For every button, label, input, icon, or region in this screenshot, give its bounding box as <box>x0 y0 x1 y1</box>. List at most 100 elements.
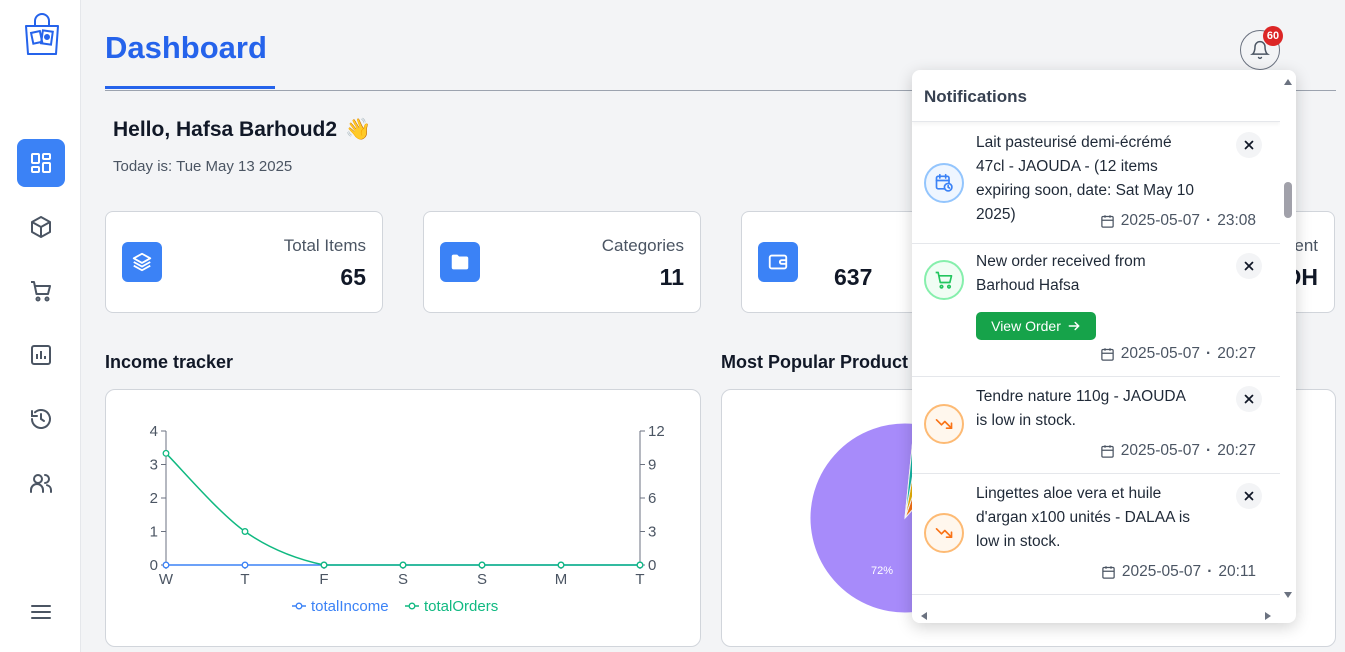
history-icon <box>31 409 51 429</box>
x-tick-label: F <box>319 571 328 588</box>
timestamp-separator: · <box>1206 345 1212 362</box>
trend-down-icon <box>924 404 964 444</box>
close-icon <box>1244 261 1254 271</box>
y-tick-label-right: 12 <box>648 423 665 440</box>
notification-time: 20:27 <box>1217 345 1256 362</box>
notification-date: 2025-05-07 <box>1120 442 1201 459</box>
notification-date: 2025-05-07 <box>1121 563 1202 580</box>
calendar-icon <box>1100 444 1114 458</box>
income-tracker-title: Income tracker <box>105 352 234 372</box>
notification-close-button[interactable] <box>1236 132 1262 158</box>
scrollbar-thumb[interactable] <box>1284 182 1292 218</box>
scroll-right-arrow-icon <box>1265 612 1271 620</box>
notification-time: 20:27 <box>1217 442 1256 459</box>
box-icon <box>31 216 51 238</box>
y-tick-label-right: 6 <box>648 490 656 507</box>
timestamp-separator: · <box>1206 442 1212 459</box>
x-tick-label: S <box>477 571 487 588</box>
calendar-clock-icon <box>924 163 964 203</box>
data-point-totalOrders <box>241 528 249 535</box>
stat-label: Total Items <box>283 236 366 255</box>
notifications-horizontal-scrollbar[interactable] <box>912 608 1280 623</box>
x-tick-label: T <box>635 571 644 588</box>
stat-card-categories: Categories 11 <box>423 211 701 313</box>
data-point-totalOrders <box>399 561 407 569</box>
y-tick-label-left: 0 <box>150 557 158 574</box>
notification-text: Lingettes aloe vera et huile d'argan x10… <box>976 485 1191 550</box>
calendar-icon <box>1100 214 1114 228</box>
data-point-totalOrders <box>557 561 565 569</box>
stat-label: Categories <box>601 236 684 255</box>
notification-date: 2025-05-07 <box>1120 212 1201 229</box>
wave-emoji: 👋 <box>345 118 372 141</box>
notification-close-button[interactable] <box>1236 483 1262 509</box>
view-order-button[interactable]: View Order <box>976 312 1096 340</box>
scroll-down-arrow-icon <box>1284 592 1292 598</box>
notifications-scrollbar[interactable] <box>1280 70 1296 610</box>
calendar-icon <box>1102 565 1115 579</box>
y-tick-label-left: 2 <box>150 490 158 507</box>
notification-timestamp: 2025-05-07 · 23:08 <box>1100 212 1256 230</box>
close-icon <box>1244 394 1254 404</box>
scroll-left-arrow-icon <box>921 612 927 620</box>
dashboard-icon <box>31 153 51 173</box>
layers-icon <box>122 242 162 282</box>
y-tick-label-left: 3 <box>150 457 158 474</box>
notification-close-button[interactable] <box>1236 386 1262 412</box>
sidebar-item-history[interactable] <box>17 395 65 443</box>
sidebar-item-users[interactable] <box>17 459 65 507</box>
calendar-icon <box>1100 347 1114 361</box>
page-title: Dashboard <box>105 30 267 65</box>
x-tick-label: W <box>159 571 174 588</box>
view-order-label: View Order <box>991 318 1061 334</box>
stat-card-total-items: Total Items 65 <box>105 211 383 313</box>
menu-button[interactable] <box>17 588 65 636</box>
notification-time: 20:11 <box>1218 563 1256 580</box>
data-point-totalOrders <box>162 449 170 457</box>
stat-label: ent <box>1294 236 1318 255</box>
trend-down-icon <box>924 513 964 553</box>
x-tick-label: T <box>240 571 249 588</box>
notification-timestamp: 2025-05-07 · 20:27 <box>1100 345 1256 363</box>
scroll-up-arrow-icon <box>1284 79 1292 85</box>
today-date: Today is: Tue May 13 2025 <box>113 158 293 175</box>
notification-item[interactable]: Lait pasteurisé demi-écrémé 47cl - JAOUD… <box>912 123 1280 244</box>
legend-label-totalIncome: totalIncome <box>311 598 389 615</box>
notification-item[interactable]: Tendre nature 110g - JAOUDA is low in st… <box>912 377 1280 474</box>
users-icon <box>30 474 52 493</box>
title-underline <box>105 86 275 89</box>
app-logo[interactable] <box>22 12 62 58</box>
sidebar-item-orders[interactable] <box>17 267 65 315</box>
notification-item[interactable]: Lingettes aloe vera et huile d'argan x10… <box>912 474 1280 595</box>
legend-label-totalOrders: totalOrders <box>424 598 498 615</box>
notification-close-button[interactable] <box>1236 253 1262 279</box>
legend-marker-totalIncome <box>295 602 303 610</box>
income-tracker-panel: 0 1 2 3 4 0 3 6 9 12 W T F S S M TtotalIncome totalOrders <box>105 389 701 647</box>
sidebar <box>0 0 81 652</box>
notification-text: Tendre nature 110g - JAOUDA is low in st… <box>976 388 1186 429</box>
timestamp-separator: · <box>1206 212 1212 229</box>
cart-icon <box>31 281 51 302</box>
y-tick-label-left: 1 <box>150 524 158 541</box>
y-tick-label-right: 0 <box>648 557 656 574</box>
notifications-title: Notifications <box>924 87 1027 106</box>
stat-value: 65 <box>340 264 366 290</box>
close-icon <box>1244 140 1254 150</box>
notification-item[interactable]: New order received from Barhoud Hafsa Vi… <box>912 244 1280 377</box>
notification-timestamp: 2025-05-07 · 20:11 <box>1101 563 1256 581</box>
sidebar-item-products[interactable] <box>17 203 65 251</box>
notification-count-badge: 60 <box>1263 26 1283 46</box>
bar-chart-icon <box>31 345 51 365</box>
arrow-right-icon <box>1068 321 1080 331</box>
sidebar-item-reports[interactable] <box>17 331 65 379</box>
y-tick-label-right: 3 <box>648 524 656 541</box>
data-point-totalIncome <box>241 561 249 569</box>
hamburger-icon <box>31 605 51 619</box>
sidebar-item-dashboard[interactable] <box>17 139 65 187</box>
notification-time: 23:08 <box>1217 212 1256 229</box>
data-point-totalOrders <box>478 561 486 569</box>
data-point-totalOrders <box>636 561 644 569</box>
notifications-panel: Notifications Lait pasteurisé demi-écrém… <box>912 70 1296 623</box>
popular-products-title: Most Popular Product <box>721 352 909 372</box>
series-line-totalOrders <box>165 452 640 566</box>
